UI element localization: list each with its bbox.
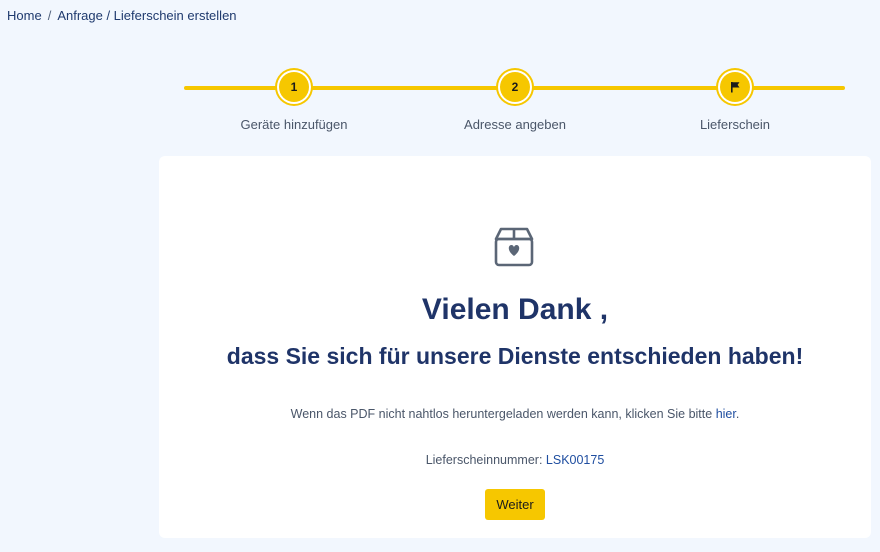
box-heart-icon: [494, 227, 534, 267]
breadcrumb: Home / Anfrage / Lieferschein erstellen: [7, 8, 237, 23]
step-devices: 1 Geräte hinzufügen: [214, 70, 374, 132]
pdf-download-link[interactable]: hier: [716, 407, 736, 421]
step-1-circle: 1: [279, 72, 309, 102]
breadcrumb-current: Anfrage / Lieferschein erstellen: [57, 8, 237, 23]
breadcrumb-home-link[interactable]: Home: [7, 8, 42, 23]
progress-stepper: 1 Geräte hinzufügen 2 Adresse angeben Li…: [184, 70, 845, 140]
step-address: 2 Adresse angeben: [435, 70, 595, 132]
step-3-label: Lieferschein: [699, 117, 771, 132]
delivery-note-number-label: Lieferscheinnummer:: [425, 453, 546, 467]
flag-icon: [731, 82, 740, 93]
step-delivery-note: Lieferschein: [655, 70, 815, 132]
continue-button[interactable]: Weiter: [485, 489, 545, 520]
step-2-label: Adresse angeben: [464, 117, 566, 132]
thank-you-title: Vielen Dank ,: [421, 293, 609, 326]
step-1-label: Geräte hinzufügen: [240, 117, 348, 132]
pdf-download-note: Wenn das PDF nicht nahtlos heruntergelad…: [159, 407, 871, 421]
step-2-circle: 2: [500, 72, 530, 102]
pdf-note-text: Wenn das PDF nicht nahtlos heruntergelad…: [290, 407, 716, 421]
thank-you-subtitle: dass Sie sich für unsere Dienste entschi…: [226, 343, 804, 369]
confirmation-card: Vielen Dank , dass Sie sich für unsere D…: [159, 156, 871, 538]
delivery-note-number: Lieferscheinnummer: LSK00175: [159, 453, 871, 467]
pdf-note-period: .: [735, 407, 740, 421]
breadcrumb-separator: /: [47, 8, 52, 23]
delivery-note-number-value: LSK00175: [545, 453, 605, 467]
step-3-circle: [720, 72, 750, 102]
